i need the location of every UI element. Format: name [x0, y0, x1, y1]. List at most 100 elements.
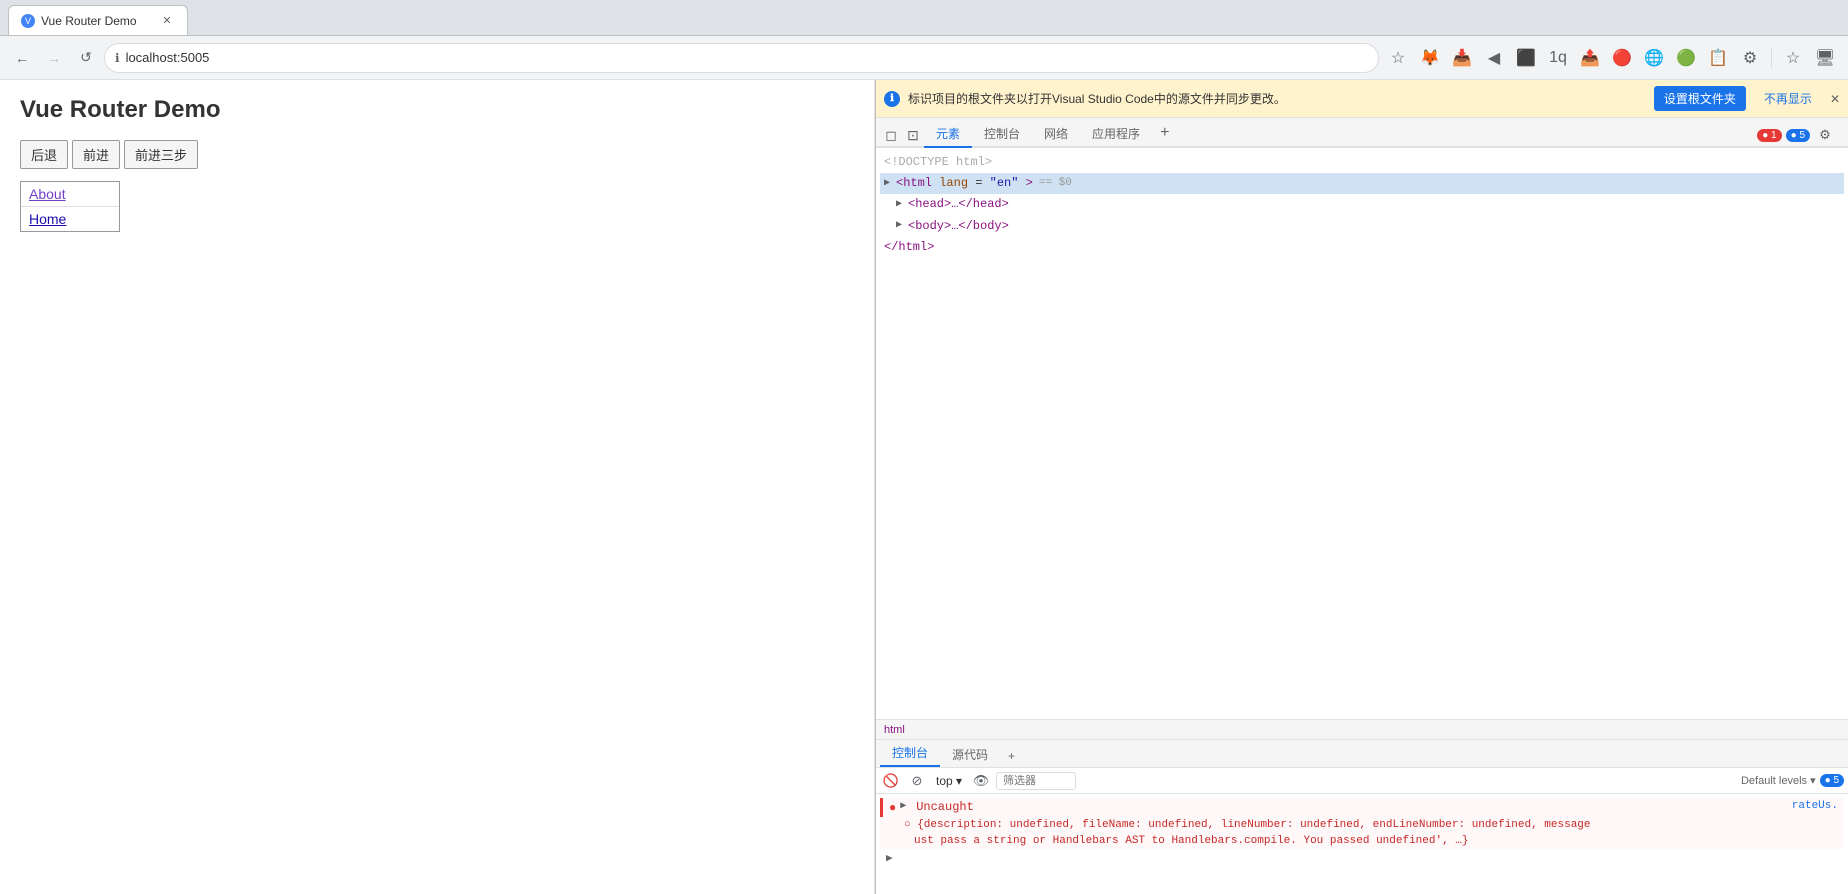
devtools-panel: ℹ 标识项目的根文件夹以打开Visual Studio Code中的源文件并同步…	[875, 80, 1848, 894]
console-error-count: ● 5	[1820, 774, 1844, 787]
extension-icon4[interactable]: ⬛	[1511, 43, 1541, 73]
error-uncaught[interactable]: ● ▶ Uncaught rateUs.	[880, 798, 1844, 817]
info-bar-text: 标识项目的根文件夹以打开Visual Studio Code中的源文件并同步更改…	[908, 90, 1646, 107]
default-levels-selector[interactable]: Default levels ▾	[1741, 774, 1816, 787]
dom-head[interactable]: ▶ <head>…</head>	[880, 194, 1844, 215]
warning-badge: ● 5	[1786, 129, 1810, 142]
tab-bar: V Vue Router Demo ✕	[0, 0, 1848, 36]
info-icon: ℹ	[115, 51, 120, 65]
forward3-nav-button[interactable]: 前进三步	[124, 140, 198, 169]
tab-network[interactable]: 网络	[1032, 121, 1080, 148]
error-expand-more[interactable]: ▶	[880, 849, 1844, 867]
filter-label	[996, 772, 1076, 790]
console-filter-button[interactable]: ⊘	[906, 770, 928, 792]
console-eye-button[interactable]: 👁	[970, 770, 992, 792]
html-close-tag: </html>	[884, 238, 934, 257]
error-detail-2: ust pass a string or Handlebars AST to H…	[880, 833, 1844, 849]
dom-body[interactable]: ▶ <body>…</body>	[880, 216, 1844, 237]
browser-page: Vue Router Demo 后退 前进 前进三步 About Home	[0, 80, 875, 894]
dom-arrow: ▶	[896, 197, 908, 213]
error-source[interactable]: rateUs.	[1792, 800, 1838, 812]
detail-text-2: ust pass a string or Handlebars AST to H…	[904, 835, 1469, 847]
forward-button[interactable]: →	[40, 44, 68, 72]
navigation-bar: ← → ↺ ℹ localhost:5005 ☆ 🦊 📥 ◀ ⬛ 1q 📤 🔴 …	[0, 36, 1848, 80]
error-badge: ● 1	[1757, 129, 1781, 142]
extension-icon8[interactable]: 🌐	[1639, 43, 1669, 73]
error-detail-1: ○ {description: undefined, fileName: und…	[880, 817, 1844, 833]
head-tag: <head>…</head>	[908, 195, 1009, 214]
tab-favicon: V	[21, 14, 35, 28]
error-icon: ●	[889, 801, 896, 815]
main-area: Vue Router Demo 后退 前进 前进三步 About Home ℹ …	[0, 80, 1848, 894]
tab-application[interactable]: 应用程序	[1080, 121, 1152, 148]
tab-console[interactable]: 控制台	[972, 121, 1032, 148]
dom-html-close[interactable]: </html>	[880, 237, 1844, 258]
extension-icon6[interactable]: 📤	[1575, 43, 1605, 73]
back-button[interactable]: ←	[8, 44, 36, 72]
extension-icon1[interactable]: 🦊	[1415, 43, 1445, 73]
tab-title: Vue Router Demo	[41, 14, 153, 28]
dom-arrow: ▶	[884, 176, 896, 192]
browser-tab[interactable]: V Vue Router Demo ✕	[8, 5, 188, 35]
page-title: Vue Router Demo	[20, 96, 854, 124]
browser-toolbar-icons: ☆ 🦊 📥 ◀ ⬛ 1q 📤 🔴 🌐 🟢 📋 ⚙ ☆ 🖥	[1383, 43, 1840, 73]
expand-arrow[interactable]: ▶	[900, 800, 912, 812]
devtools-bottom: 控制台 源代码 + 🚫 ⊘ top ▾ 👁	[876, 739, 1848, 894]
browser-window: V Vue Router Demo ✕ ← → ↺ ℹ localhost:50…	[0, 0, 1848, 894]
back-nav-button[interactable]: 后退	[20, 140, 68, 169]
dom-arrow: ▶	[896, 218, 908, 234]
forward-nav-button[interactable]: 前进	[72, 140, 120, 169]
dom-tree: <!DOCTYPE html> ▶ <html lang = "en" > ==…	[876, 148, 1848, 719]
console-filter-input[interactable]	[996, 772, 1076, 790]
devtools-select-button[interactable]: ⊡	[902, 124, 924, 146]
cast-icon[interactable]: 🖥	[1810, 43, 1840, 73]
body-tag: <body>…</body>	[908, 217, 1009, 236]
tab-elements[interactable]: 元素	[924, 121, 972, 148]
reload-button[interactable]: ↺	[72, 44, 100, 72]
home-link[interactable]: Home	[21, 207, 119, 231]
navigation-buttons: 后退 前进 前进三步	[20, 140, 854, 169]
devtools-settings-button[interactable]: ⚙	[1814, 124, 1836, 146]
devtools-inspect-button[interactable]: ◻	[880, 124, 902, 146]
bottom-tab-bar: 控制台 源代码 +	[876, 740, 1848, 768]
bookmarks-icon[interactable]: ☆	[1383, 43, 1413, 73]
console-clear-button[interactable]: 🚫	[880, 770, 902, 792]
toolbar-divider	[1771, 48, 1772, 68]
console-toolbar: 🚫 ⊘ top ▾ 👁 Default levels ▾ ● 5	[876, 768, 1848, 794]
add-tab-button[interactable]: +	[1152, 120, 1177, 146]
tab-close-button[interactable]: ✕	[159, 13, 175, 29]
selected-indicator: == $0	[1039, 175, 1072, 193]
about-link[interactable]: About	[21, 182, 119, 207]
bottom-tab-add-button[interactable]: +	[1000, 745, 1023, 767]
close-info-icon[interactable]: ✕	[1830, 92, 1840, 106]
dom-html[interactable]: ▶ <html lang = "en" > == $0	[880, 173, 1844, 194]
address-bar[interactable]: ℹ localhost:5005	[104, 43, 1379, 73]
html-tag: <html lang = "en" >	[896, 174, 1033, 193]
extension-icon3[interactable]: ◀	[1479, 43, 1509, 73]
breadcrumb-html[interactable]: html	[884, 724, 905, 736]
detail-text-1: {description: undefined, fileName: undef…	[917, 819, 1590, 831]
setup-root-button[interactable]: 设置根文件夹	[1654, 86, 1746, 111]
bottom-tab-source[interactable]: 源代码	[940, 742, 1000, 767]
info-icon: ℹ	[884, 91, 900, 107]
uncaught-label: Uncaught	[916, 800, 1788, 814]
dom-doctype[interactable]: <!DOCTYPE html>	[880, 152, 1844, 173]
dismiss-button[interactable]: 不再显示	[1754, 86, 1822, 111]
extension-icon10[interactable]: 📋	[1703, 43, 1733, 73]
extension-icon9[interactable]: 🟢	[1671, 43, 1701, 73]
router-link-list: About Home	[20, 181, 120, 232]
extension-icon11[interactable]: ⚙	[1735, 43, 1765, 73]
console-context-selector[interactable]: top ▾	[932, 774, 966, 788]
url-text: localhost:5005	[126, 50, 210, 65]
extension-icon5[interactable]: 1q	[1543, 43, 1573, 73]
detail-arrow: ○	[904, 819, 917, 831]
bottom-tab-console[interactable]: 控制台	[880, 740, 940, 767]
breadcrumb-bar: html	[876, 719, 1848, 739]
bookmark-star-icon[interactable]: ☆	[1778, 43, 1808, 73]
extension-icon2[interactable]: 📥	[1447, 43, 1477, 73]
devtools-info-bar: ℹ 标识项目的根文件夹以打开Visual Studio Code中的源文件并同步…	[876, 80, 1848, 118]
doctype-text: <!DOCTYPE html>	[884, 153, 992, 172]
console-area: ● ▶ Uncaught rateUs. ○ {description: und…	[876, 794, 1848, 894]
devtools-tab-bar: ◻ ⊡ 元素 控制台 网络 应用程序 + ● 1 ● 5 ⚙	[876, 118, 1848, 148]
extension-icon7[interactable]: 🔴	[1607, 43, 1637, 73]
